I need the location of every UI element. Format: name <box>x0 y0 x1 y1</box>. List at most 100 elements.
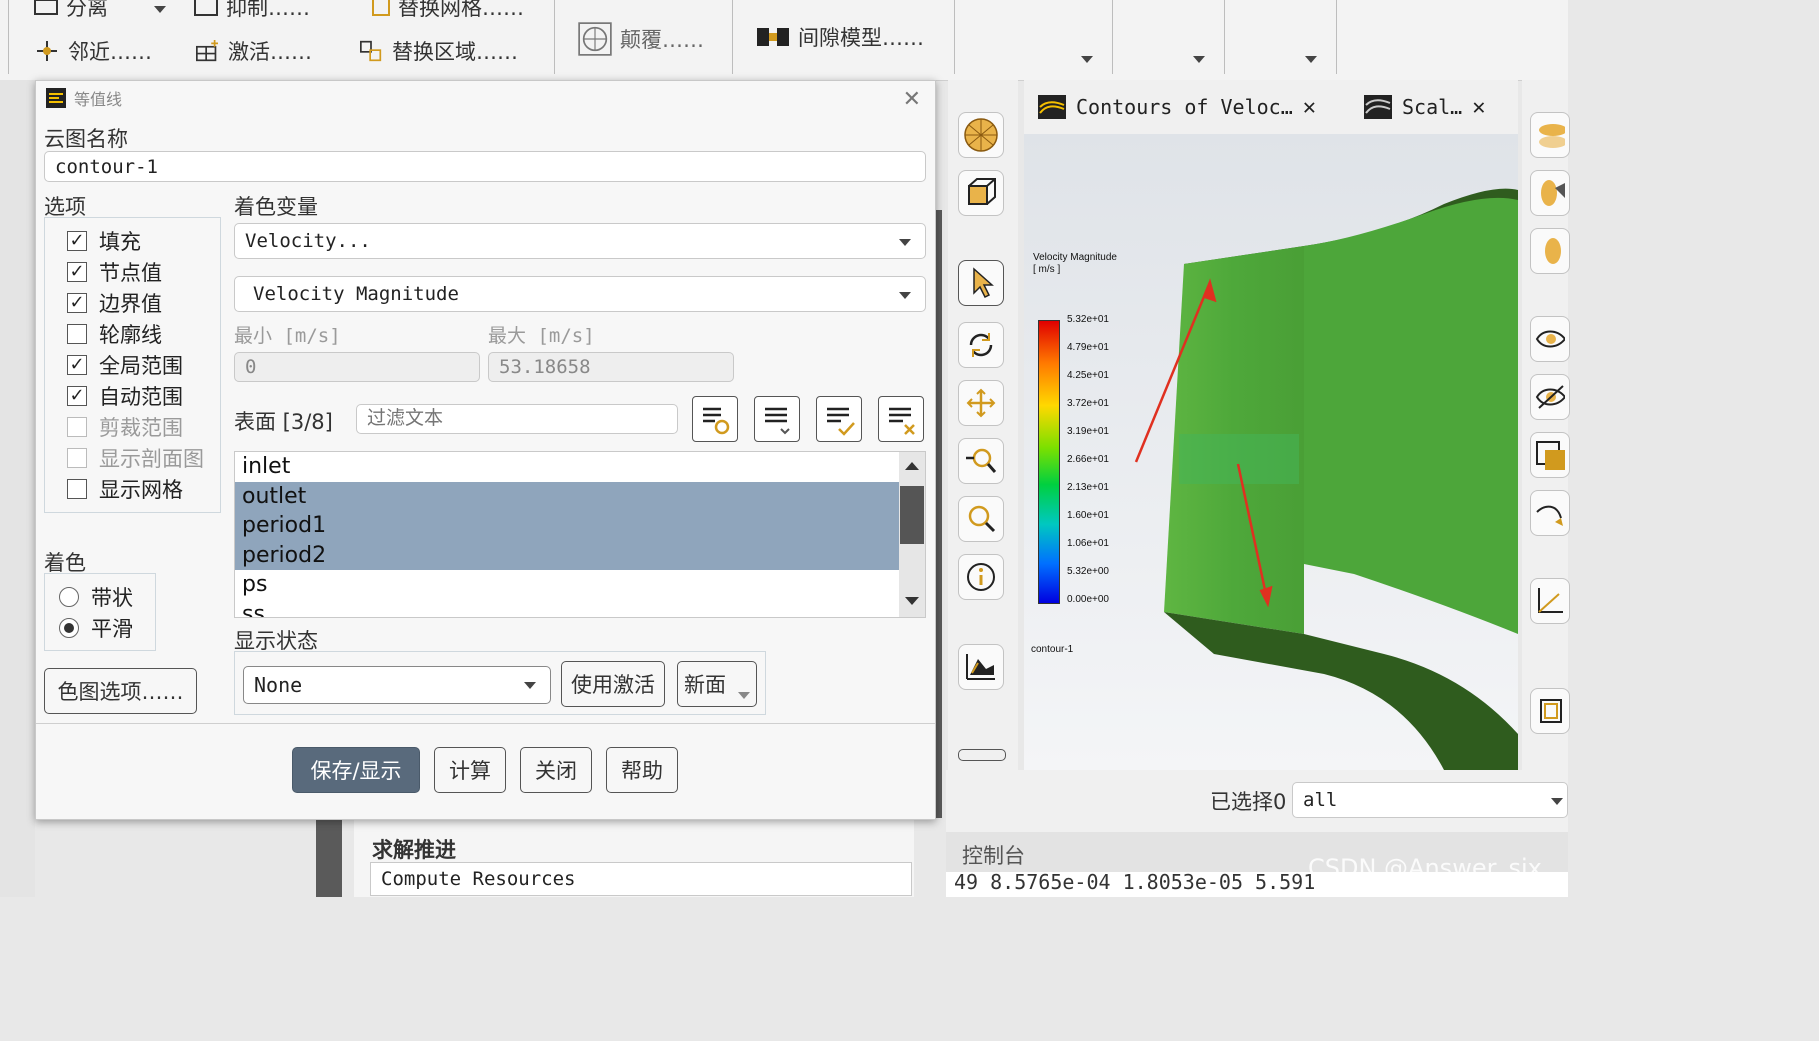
info-icon <box>967 563 995 591</box>
close-icon[interactable]: ✕ <box>1303 95 1316 120</box>
color-variable-select[interactable]: Velocity... <box>234 223 926 259</box>
rotate-button[interactable] <box>958 322 1004 368</box>
selection-filter-select[interactable]: all <box>1292 782 1568 818</box>
transparency-button[interactable] <box>1530 228 1570 274</box>
chevron-down-icon[interactable] <box>154 6 166 13</box>
list-scrollbar[interactable] <box>899 452 925 617</box>
left-panel-edge <box>0 80 35 897</box>
window-icon <box>1536 441 1565 470</box>
fit-to-window-button[interactable] <box>958 112 1004 158</box>
list-item[interactable]: period2 <box>235 540 925 570</box>
radio-button[interactable] <box>59 618 79 638</box>
residuals-tab-icon <box>1364 95 1392 119</box>
surface-filter-input[interactable] <box>356 404 678 434</box>
checkbox[interactable]: ✓ <box>67 293 87 313</box>
activate-button[interactable]: 激活…… <box>194 36 312 66</box>
curve-button[interactable] <box>1530 490 1570 536</box>
color-subvariable-select[interactable]: Velocity Magnitude <box>234 276 926 312</box>
layout-button[interactable] <box>1530 688 1570 734</box>
chevron-down-icon <box>899 239 911 246</box>
shade-button[interactable] <box>1530 170 1570 216</box>
fluent-app-icon <box>46 88 66 108</box>
suppress-button[interactable]: 抑制…… <box>194 0 310 22</box>
surfaces-list[interactable]: inlet outlet period1 period2 ps ss <box>234 451 926 618</box>
display-mesh-button[interactable] <box>958 644 1004 690</box>
replace-zone-button[interactable]: 替换区域…… <box>358 36 518 66</box>
sphere-mesh-icon <box>964 118 998 152</box>
checkbox <box>67 417 87 437</box>
checkbox[interactable]: ✓ <box>67 262 87 282</box>
close-button[interactable]: 关闭 <box>520 747 592 793</box>
gap-model-button[interactable]: 间隙模型…… <box>756 22 924 52</box>
checkbox[interactable]: ✓ <box>67 231 87 251</box>
chevron-down-icon[interactable] <box>1081 56 1093 63</box>
list-item[interactable]: ps <box>235 570 925 600</box>
help-button[interactable]: 帮助 <box>606 747 678 793</box>
scroll-up-icon[interactable] <box>905 462 919 470</box>
coloring-banded[interactable]: 带状 <box>59 582 133 612</box>
list-item[interactable]: period1 <box>235 511 925 541</box>
compute-resources-item[interactable]: Compute Resources <box>370 862 912 896</box>
show-button[interactable] <box>1530 316 1570 362</box>
replace-mesh-button[interactable]: 替换网格…… <box>372 0 524 22</box>
axes-button[interactable] <box>1530 578 1570 624</box>
tab-scaled-residuals[interactable]: Scal… ✕ <box>1364 88 1485 126</box>
separate-icon <box>34 0 58 15</box>
chevron-down-icon[interactable] <box>1193 56 1205 63</box>
window-button[interactable] <box>1530 432 1570 478</box>
mesh-plane-icon <box>966 654 995 680</box>
coloring-group: 带状 平滑 <box>44 573 156 651</box>
use-active-button[interactable]: 使用激活 <box>561 661 665 707</box>
scroll-thumb[interactable] <box>900 486 924 544</box>
hide-button[interactable] <box>1530 374 1570 420</box>
checkbox[interactable] <box>67 324 87 344</box>
coloring-smooth[interactable]: 平滑 <box>59 613 133 643</box>
option-show-mesh[interactable]: 显示网格 <box>67 474 183 504</box>
graphics-viewport[interactable]: Velocity Magnitude [ m/s ] 5.32e+01 4.79e… <box>1024 134 1518 770</box>
option-global-range[interactable]: ✓ 全局范围 <box>67 350 183 380</box>
overturn-button[interactable]: 颠覆…… <box>578 22 704 56</box>
radio-button[interactable] <box>59 587 79 607</box>
select-tool-button[interactable] <box>958 260 1004 306</box>
view-orient-button[interactable] <box>958 170 1004 216</box>
new-surface-button[interactable]: 新面 <box>677 661 757 707</box>
checkbox <box>67 448 87 468</box>
chevron-down-icon[interactable] <box>1305 56 1317 63</box>
separate-button[interactable]: 分离 <box>34 0 108 22</box>
probe-button[interactable] <box>958 554 1004 600</box>
checkbox[interactable]: ✓ <box>67 355 87 375</box>
display-state-select[interactable]: None <box>243 666 551 704</box>
colormap-options-button[interactable]: 色图选项…… <box>44 668 197 714</box>
select-all-surfaces-button[interactable] <box>816 396 862 442</box>
save-display-button[interactable]: 保存/显示 <box>292 747 420 793</box>
scroll-down-icon[interactable] <box>905 597 919 605</box>
compute-button[interactable]: 计算 <box>434 747 506 793</box>
deselect-all-surfaces-button[interactable] <box>878 396 924 442</box>
option-contour-lines[interactable]: 轮廓线 <box>67 319 162 349</box>
adjacency-button[interactable]: 邻近…… <box>34 36 152 66</box>
select-surfaces-button[interactable] <box>692 396 738 442</box>
checkbox[interactable]: ✓ <box>67 386 87 406</box>
lens-icon <box>1539 124 1565 148</box>
option-auto-range[interactable]: ✓ 自动范围 <box>67 381 183 411</box>
option-node-values[interactable]: ✓ 节点值 <box>67 257 162 287</box>
toolbar-expand-button[interactable] <box>958 749 1006 761</box>
list-item[interactable]: ss <box>235 600 925 617</box>
close-icon[interactable]: ✕ <box>903 87 921 112</box>
zoom-in-out-button[interactable] <box>958 438 1004 484</box>
lights-button[interactable] <box>1530 112 1570 158</box>
pointer-icon <box>973 267 994 299</box>
min-input: 0 <box>234 352 480 382</box>
list-item[interactable]: inlet <box>235 452 925 482</box>
list-item[interactable]: outlet <box>235 481 925 511</box>
max-label: 最大 [m/s] <box>488 325 595 347</box>
pan-button[interactable] <box>958 380 1004 426</box>
contour-name-input[interactable]: contour-1 <box>44 151 926 182</box>
group-surfaces-button[interactable] <box>754 396 800 442</box>
option-fill[interactable]: ✓ 填充 <box>67 226 141 256</box>
close-icon[interactable]: ✕ <box>1472 95 1485 120</box>
zoom-box-button[interactable] <box>958 496 1004 542</box>
tab-contours[interactable]: Contours of Veloc… ✕ <box>1038 88 1316 126</box>
option-boundary-values[interactable]: ✓ 边界值 <box>67 288 162 318</box>
checkbox[interactable] <box>67 479 87 499</box>
